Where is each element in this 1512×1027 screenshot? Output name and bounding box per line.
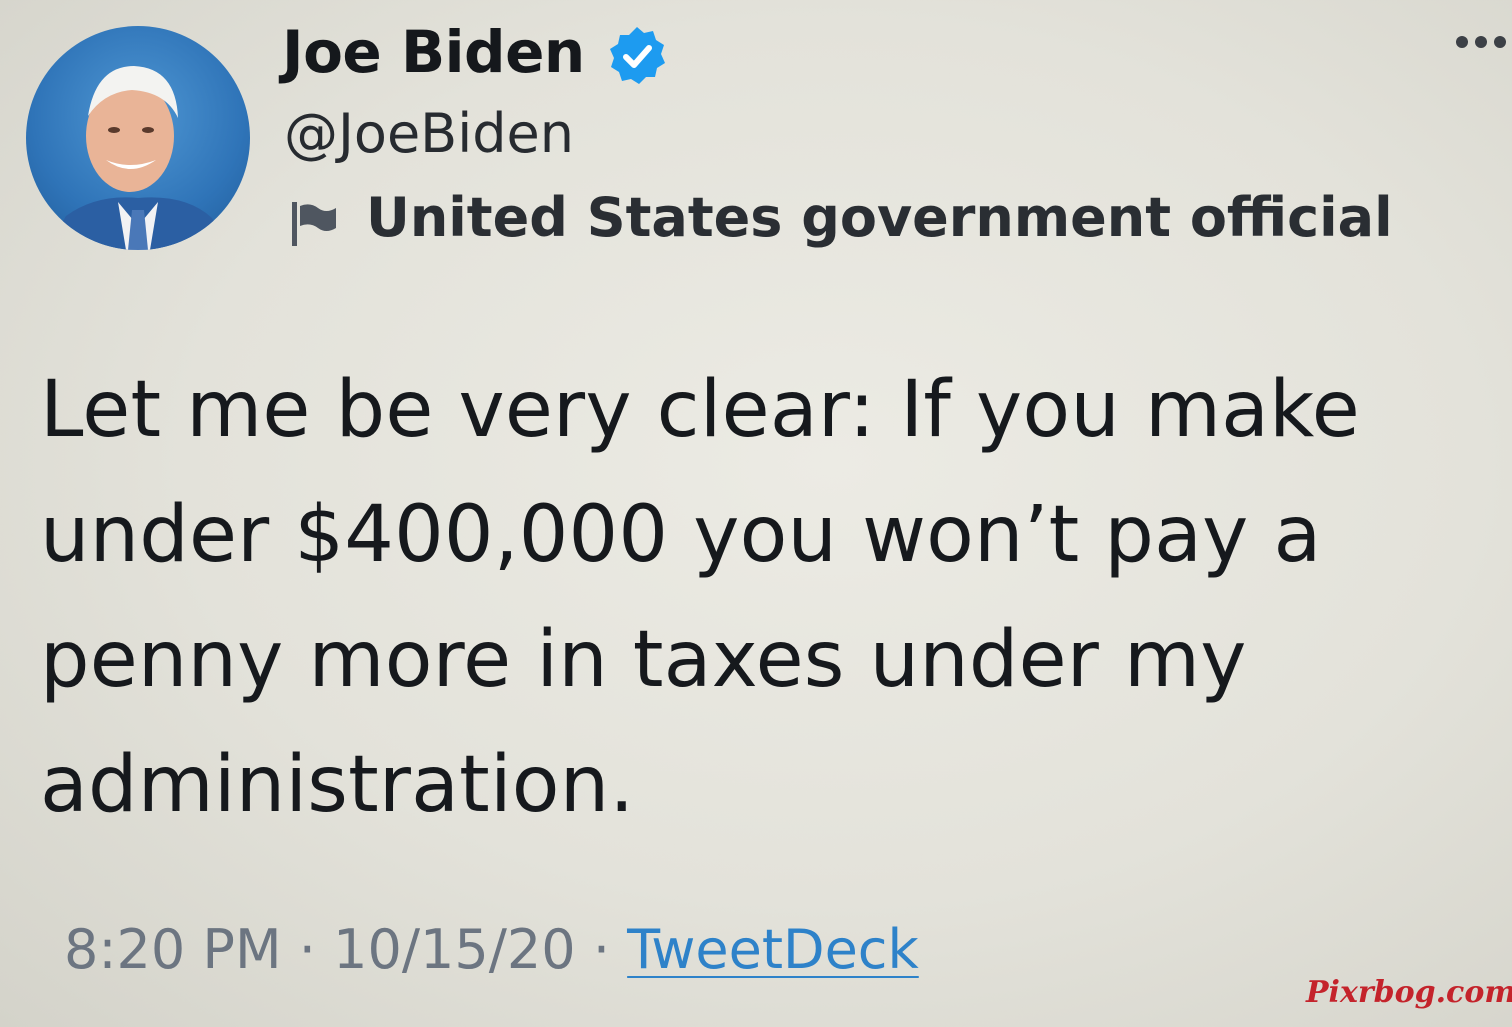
tweet-text: Let me be very clear: If you make under … (40, 348, 1420, 848)
display-name[interactable]: Joe Biden (282, 18, 585, 86)
account-label-text: United States government official (366, 186, 1393, 249)
tweet-source-link[interactable]: TweetDeck (627, 918, 919, 981)
tweet-text-line: Let me be very clear: If you make (40, 365, 1360, 455)
watermark: Pixrbog.com (1306, 975, 1512, 1010)
avatar-portrait (46, 66, 230, 250)
more-icon-dot (1475, 36, 1487, 48)
more-icon-dot (1494, 36, 1506, 48)
verified-badge-icon (610, 27, 665, 84)
tweet-date[interactable]: 10/15/20 (333, 918, 576, 981)
more-icon-dot (1456, 36, 1468, 48)
meta-separator: · (592, 918, 610, 981)
tweet-text-line: under $400,000 you won’t pay a (40, 490, 1322, 580)
avatar[interactable] (26, 26, 250, 250)
handle[interactable]: @JoeBiden (284, 102, 574, 165)
tweet-card: Joe Biden @JoeBiden United States govern… (0, 0, 1512, 1027)
tweet-meta: 8:20 PM · 10/15/20 · TweetDeck (64, 918, 919, 981)
meta-separator: · (298, 918, 316, 981)
tweet-text-line: penny more in taxes under my (40, 615, 1247, 705)
tweet-time[interactable]: 8:20 PM (64, 918, 282, 981)
tweet-text-line: administration. (40, 740, 635, 830)
more-button[interactable] (1456, 30, 1508, 54)
flag-icon (292, 202, 336, 246)
